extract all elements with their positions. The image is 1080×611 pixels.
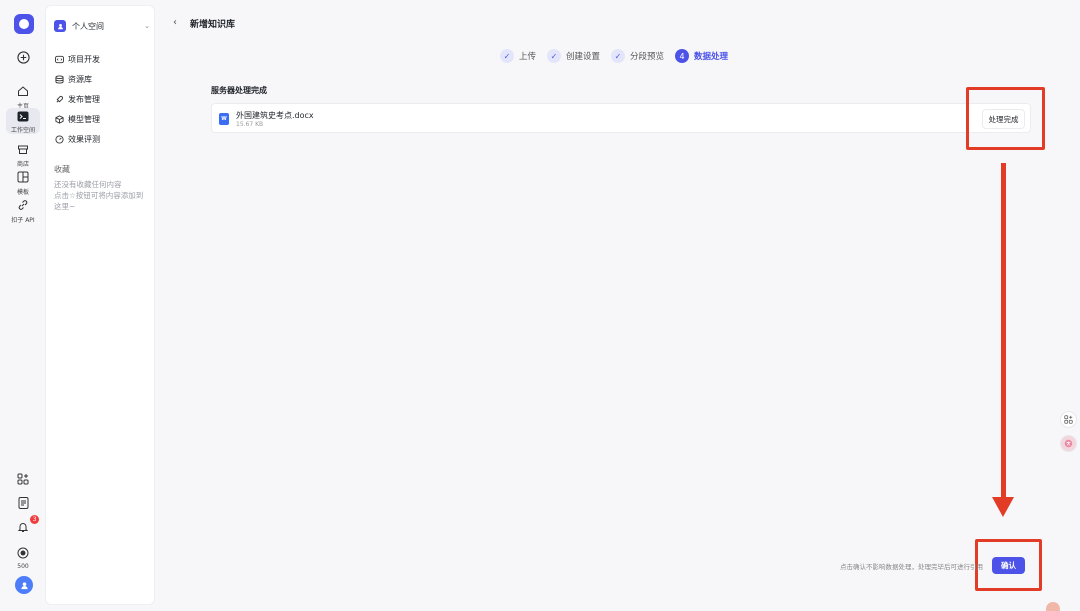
plus-circle-icon — [14, 48, 32, 66]
coin-icon — [14, 544, 32, 562]
sidebar-item-label: 发布管理 — [68, 94, 100, 104]
notification-badge: 3 — [30, 515, 39, 524]
annotation-arrow-shaft — [1001, 163, 1006, 499]
points-value: 500 — [17, 563, 29, 570]
left-rail: 主页 工作空间 商店 模板 扣子 API 3 500 — [0, 0, 46, 611]
link-icon — [14, 196, 32, 214]
assistant-bubble-icon[interactable] — [1046, 602, 1060, 611]
rail-workspace[interactable]: 工作空间 — [6, 108, 40, 134]
user-icon — [54, 20, 66, 32]
database-icon — [54, 74, 64, 84]
rail-api[interactable]: 扣子 API — [0, 196, 46, 224]
rail-workspace-label: 工作空间 — [10, 127, 35, 134]
rail-templates-label: 模板 — [16, 189, 29, 196]
step-label: 分段预览 — [630, 52, 665, 62]
step-processing: 4 数据处理 — [675, 49, 728, 63]
sidebar-item-evaluation[interactable]: 效果评测 — [54, 132, 150, 146]
favorites-title: 收藏 — [54, 165, 70, 174]
stepper: ✓ 上传 ✓ 创建设置 ✓ 分段预览 4 数据处理 — [500, 48, 739, 64]
apps-icon — [1064, 415, 1073, 424]
sidebar-item-publish[interactable]: 发布管理 — [54, 92, 150, 106]
sidebar-item-label: 效果评测 — [68, 134, 100, 144]
step-label: 数据处理 — [694, 52, 729, 62]
layout-icon — [14, 168, 32, 186]
rail-store-label: 商店 — [16, 161, 29, 168]
step-label: 创建设置 — [566, 52, 601, 62]
sidebar-item-label: 资源库 — [68, 74, 92, 84]
section-title: 服务器处理完成 — [211, 86, 267, 95]
rail-api-label: 扣子 API — [11, 217, 35, 224]
check-icon: ✓ — [547, 49, 562, 63]
file-row: W 外国建筑史考点.docx 15.67 KB — [211, 103, 1031, 133]
rail-store[interactable]: 商店 — [0, 140, 46, 168]
sidebar-item-projects[interactable]: 项目开发 — [54, 52, 150, 66]
file-size: 15.67 KB — [236, 121, 264, 128]
annotation-arrow-head — [992, 497, 1014, 517]
gauge-icon — [54, 134, 64, 144]
document-icon — [14, 494, 32, 512]
sidebar-item-label: 模型管理 — [68, 114, 100, 124]
step-preview: ✓ 分段预览 — [611, 49, 664, 63]
rail-apps[interactable] — [0, 470, 46, 488]
user-avatar[interactable] — [15, 576, 33, 594]
check-icon: ✓ — [500, 49, 514, 63]
code-icon — [54, 54, 64, 64]
annotation-highlight-status — [966, 87, 1045, 150]
rocket-icon — [54, 94, 64, 104]
sidebar: 个人空间 ⌄ 项目开发 资源库 发布管理 模型管理 效果评测 收藏 还没有收藏任… — [45, 5, 155, 605]
create-button[interactable] — [0, 48, 46, 66]
space-name: 个人空间 — [72, 21, 104, 31]
rail-templates[interactable]: 模板 — [0, 168, 46, 196]
file-name: 外国建筑史考点.docx — [236, 111, 314, 120]
back-chevron-icon[interactable]: ‹ — [173, 17, 177, 28]
apps-icon — [14, 470, 32, 488]
step-number: 4 — [675, 49, 690, 63]
rail-notifications[interactable]: 3 — [0, 515, 46, 536]
favorites-empty-text: 还没有收藏任何内容 点击☆按钮可将内容添加到这里~ — [54, 180, 144, 211]
step-label: 上传 — [519, 52, 537, 62]
step-settings: ✓ 创建设置 — [547, 49, 600, 63]
user-icon — [20, 581, 28, 589]
word-file-icon: W — [219, 113, 229, 125]
rail-points[interactable]: 500 — [0, 544, 46, 570]
float-translate-button[interactable] — [1060, 435, 1077, 452]
translate-icon — [1064, 439, 1073, 448]
rail-docs[interactable] — [0, 494, 46, 512]
home-icon — [14, 82, 32, 100]
footer-note: 点击确认不影响数据处理，处理完毕后可进行引用 — [840, 563, 983, 571]
step-upload: ✓ 上传 — [500, 49, 536, 63]
sidebar-item-resources[interactable]: 资源库 — [54, 72, 150, 86]
terminal-icon — [14, 108, 32, 124]
confirm-button[interactable]: 确认 — [992, 557, 1025, 574]
sidebar-item-label: 项目开发 — [68, 54, 100, 64]
space-switcher[interactable]: 个人空间 ⌄ — [54, 18, 150, 34]
float-apps-button[interactable] — [1060, 411, 1077, 428]
rail-home[interactable]: 主页 — [0, 82, 46, 110]
chevron-down-icon: ⌄ — [144, 22, 150, 30]
page-title: 新增知识库 — [190, 20, 236, 30]
check-icon: ✓ — [611, 49, 626, 63]
sidebar-item-models[interactable]: 模型管理 — [54, 112, 150, 126]
app-logo-icon[interactable] — [14, 14, 34, 34]
cube-icon — [54, 114, 64, 124]
store-icon — [14, 140, 32, 158]
